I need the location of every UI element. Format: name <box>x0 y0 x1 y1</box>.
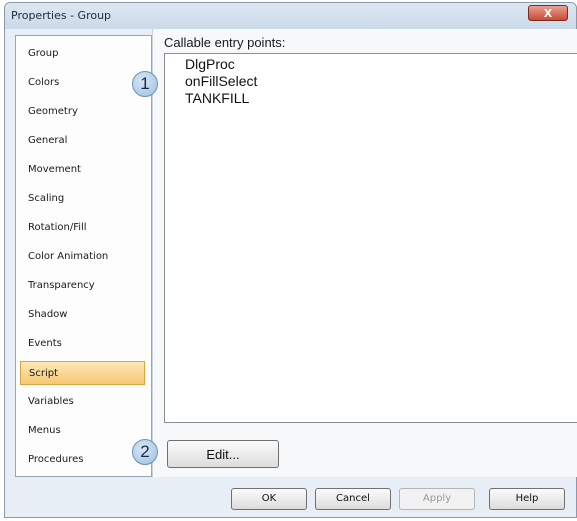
script-panel: Callable entry points: DlgProc onFillSel… <box>152 29 577 477</box>
apply-button[interactable]: Apply <box>399 488 475 510</box>
sidebar-item-script[interactable]: Script <box>20 361 145 385</box>
sidebar-item-geometry[interactable]: Geometry <box>20 100 145 124</box>
ok-button[interactable]: OK <box>231 488 307 510</box>
list-item[interactable]: TANKFILL <box>185 90 249 106</box>
sidebar-item-general[interactable]: General <box>20 129 145 153</box>
close-button[interactable]: X <box>528 5 568 21</box>
button-bar: OK Cancel Apply Help <box>5 477 576 517</box>
sidebar-item-menus[interactable]: Menus <box>20 419 145 443</box>
title-bar: Properties - Group X <box>5 3 576 29</box>
sidebar-item-shadow[interactable]: Shadow <box>20 303 145 327</box>
sidebar-item-variables[interactable]: Variables <box>20 390 145 414</box>
sidebar-item-colors[interactable]: Colors <box>20 71 145 95</box>
callout-badge-1: 1 <box>132 71 158 97</box>
cancel-button[interactable]: Cancel <box>315 488 391 510</box>
properties-dialog: Properties - Group X Group Colors Geomet… <box>4 2 577 518</box>
dialog-title: Properties - Group <box>11 9 112 22</box>
sidebar-item-procedures[interactable]: Procedures <box>20 448 145 472</box>
category-list: Group Colors Geometry General Movement S… <box>15 35 152 477</box>
sidebar-item-transparency[interactable]: Transparency <box>20 274 145 298</box>
sidebar-item-rotation-fill[interactable]: Rotation/Fill <box>20 216 145 240</box>
sidebar-item-color-animation[interactable]: Color Animation <box>20 245 145 269</box>
list-item[interactable]: DlgProc <box>185 56 235 72</box>
callout-badge-2: 2 <box>132 439 158 465</box>
sidebar-item-events[interactable]: Events <box>20 332 145 356</box>
sidebar-item-scaling[interactable]: Scaling <box>20 187 145 211</box>
entry-points-label: Callable entry points: <box>164 35 286 50</box>
list-item[interactable]: onFillSelect <box>185 73 257 89</box>
edit-button[interactable]: Edit... <box>167 440 279 468</box>
help-button[interactable]: Help <box>489 488 565 510</box>
entry-points-list[interactable]: DlgProc onFillSelect TANKFILL <box>164 53 577 423</box>
sidebar-item-group[interactable]: Group <box>20 42 145 66</box>
sidebar-item-movement[interactable]: Movement <box>20 158 145 182</box>
